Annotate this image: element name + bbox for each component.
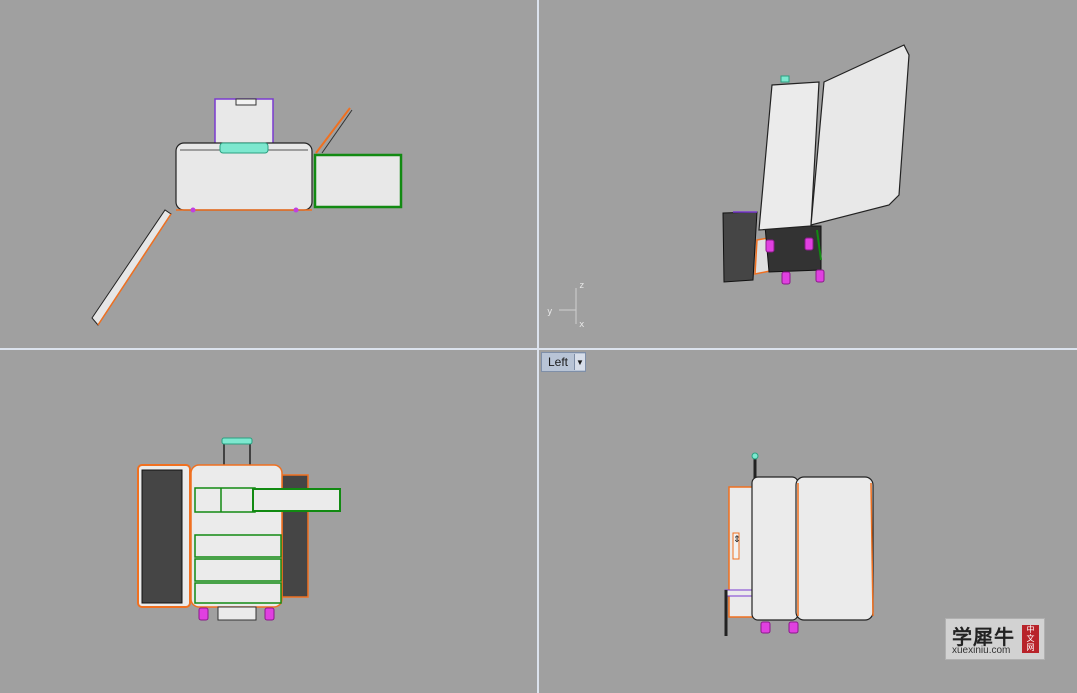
svg-text:⇕: ⇕ [733, 535, 741, 545]
viewport-top[interactable] [0, 0, 537, 348]
axis-x-label: x [579, 320, 585, 330]
axis-z-label: z [579, 281, 584, 291]
seal-char: 文 [1026, 634, 1035, 643]
perspective-view-model: z y x [547, 44, 910, 330]
watermark-logo: 学犀牛 xuexiniu.com 中 文 网 [945, 618, 1045, 660]
watermark-url: xuexiniu.com [952, 645, 1011, 656]
axis-gizmo: z y x [547, 281, 585, 330]
front-view-model [137, 437, 341, 621]
seal-char: 中 [1026, 625, 1035, 634]
viewport-splitter-horizontal[interactable] [0, 348, 1077, 350]
viewport-perspective[interactable]: z y x [539, 0, 1077, 348]
seal-char: 网 [1026, 643, 1035, 652]
watermark-seal: 中 文 网 [1022, 625, 1039, 653]
viewport-front[interactable] [0, 350, 537, 693]
viewport-splitter-vertical[interactable] [537, 0, 539, 693]
axis-y-label: y [547, 307, 553, 317]
top-view-model [91, 98, 403, 326]
